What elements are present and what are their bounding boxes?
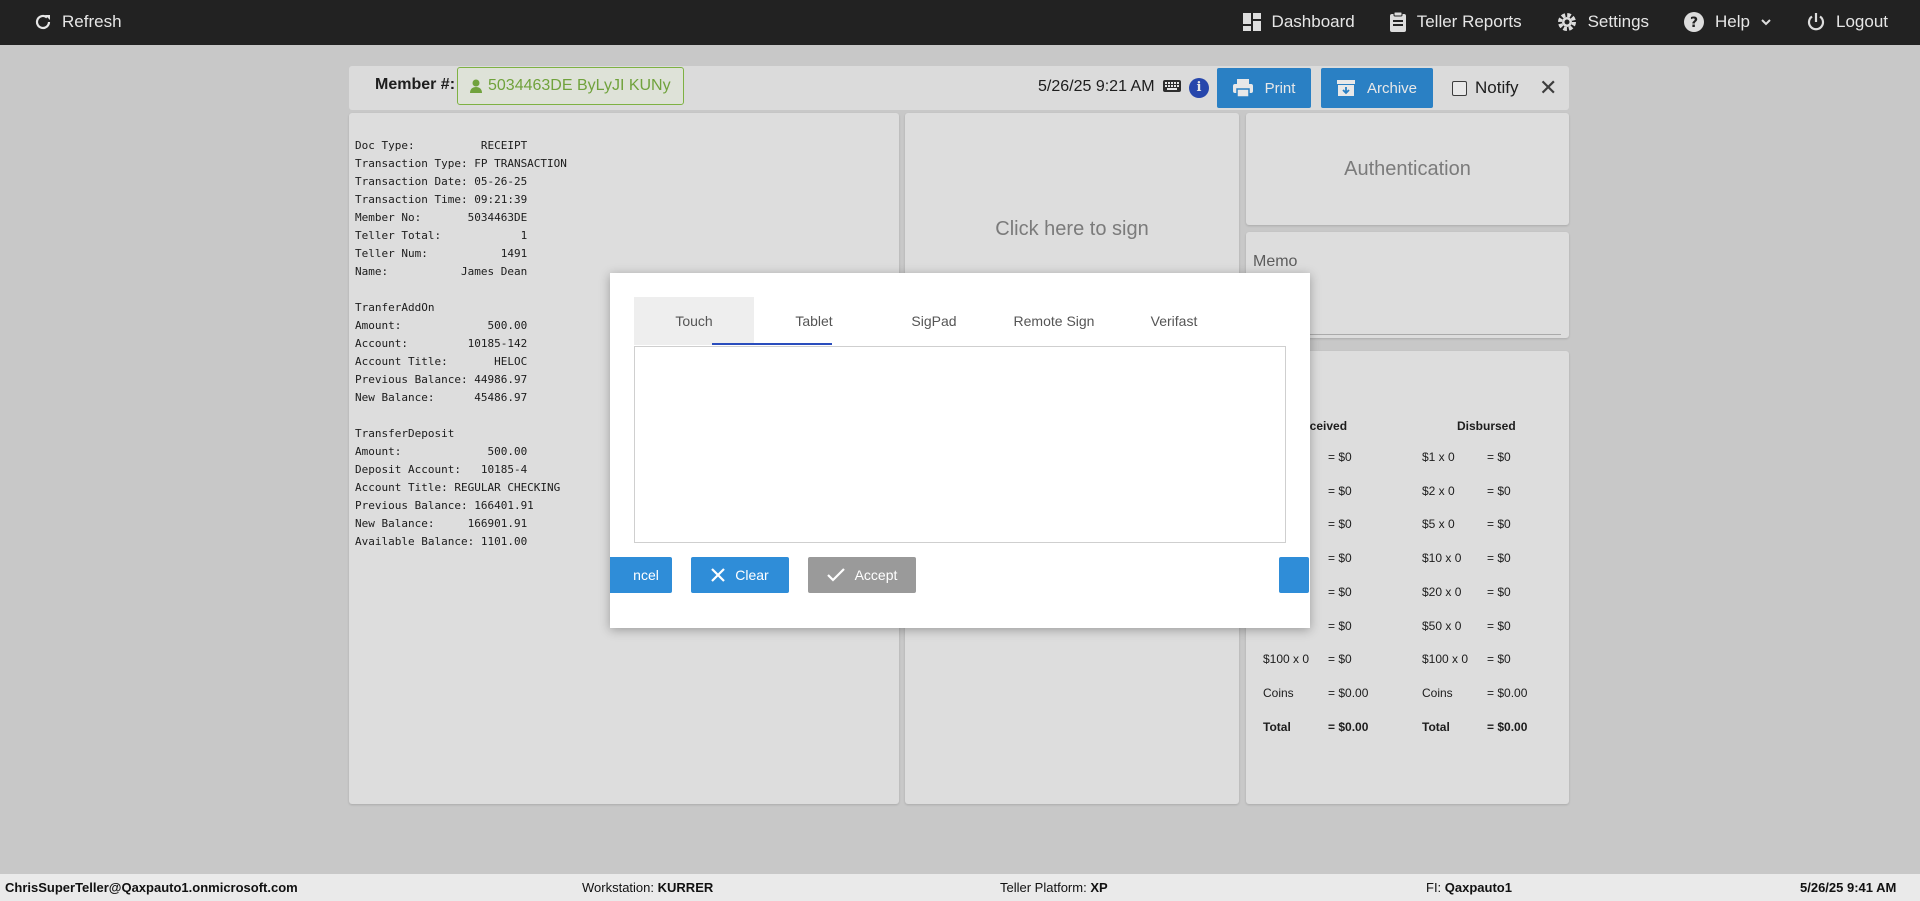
tab-tablet[interactable]: Tablet — [754, 297, 874, 345]
refresh-label: Refresh — [62, 12, 122, 31]
chevron-down-icon — [1761, 19, 1771, 26]
dashboard-icon — [1242, 13, 1261, 31]
active-tab-indicator — [712, 343, 832, 345]
cancel-label: ncel — [633, 567, 659, 583]
logout-label: Logout — [1836, 12, 1888, 31]
clear-label: Clear — [735, 567, 769, 583]
signature-canvas[interactable] — [634, 346, 1286, 543]
teller-reports-label: Teller Reports — [1416, 12, 1522, 31]
settings-label: Settings — [1587, 12, 1650, 31]
top-navbar: Refresh Dashboard Teller Reports Setting… — [0, 0, 1920, 45]
help-label: Help — [1715, 12, 1750, 31]
svg-text:?: ? — [1690, 15, 1698, 31]
clipboard-icon — [1389, 11, 1406, 32]
cancel-button[interactable]: ncel — [610, 557, 672, 593]
dashboard-label: Dashboard — [1271, 12, 1355, 31]
clear-button[interactable]: Clear — [691, 557, 789, 593]
refresh-icon — [35, 14, 51, 30]
accept-button[interactable]: Accept — [808, 557, 916, 593]
tab-touch[interactable]: Touch — [634, 297, 754, 345]
dashboard-button[interactable]: Dashboard — [1242, 11, 1355, 33]
status-datetime: 5/26/25 9:41 AM — [1800, 880, 1897, 895]
teller-reports-button[interactable]: Teller Reports — [1389, 11, 1522, 33]
help-menu[interactable]: ? Help — [1683, 11, 1772, 33]
tab-sigpad[interactable]: SigPad — [874, 297, 994, 345]
signature-tabs: Touch Tablet SigPad Remote Sign Verifast — [634, 297, 1234, 345]
partial-button[interactable] — [1279, 557, 1309, 593]
tab-verifast[interactable]: Verifast — [1114, 297, 1234, 345]
checkmark-icon — [826, 568, 845, 582]
accept-label: Accept — [854, 567, 898, 583]
gear-icon — [1557, 13, 1576, 31]
status-platform: Teller Platform: XP — [1000, 880, 1108, 895]
refresh-button[interactable]: Refresh — [34, 12, 122, 32]
power-icon — [1807, 13, 1825, 31]
tab-remote-sign[interactable]: Remote Sign — [994, 297, 1114, 345]
status-bar: ChrisSuperTeller@Qaxpauto1.onmicrosoft.c… — [0, 874, 1920, 901]
status-user: ChrisSuperTeller@Qaxpauto1.onmicrosoft.c… — [5, 880, 298, 895]
status-fi: FI: Qaxpauto1 — [1426, 880, 1512, 895]
help-icon: ? — [1684, 12, 1705, 32]
settings-button[interactable]: Settings — [1556, 11, 1649, 33]
signature-dialog: Touch Tablet SigPad Remote Sign Verifast… — [610, 273, 1310, 628]
close-icon — [711, 568, 726, 582]
status-workstation: Workstation: KURRER — [582, 880, 714, 895]
logout-button[interactable]: Logout — [1806, 11, 1888, 33]
